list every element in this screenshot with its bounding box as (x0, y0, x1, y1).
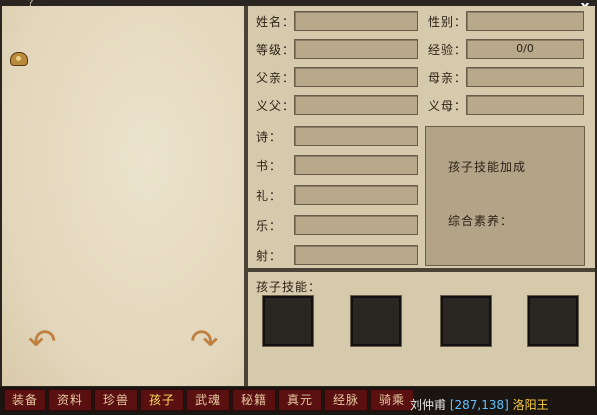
book-field (294, 155, 418, 175)
child-skills-label: 孩子技能： (256, 280, 322, 294)
godfather-field (294, 95, 418, 115)
music-label: 乐： (256, 219, 283, 233)
tab-martial-soul[interactable]: 武魂 (186, 389, 230, 411)
father-label: 父亲： (256, 71, 296, 85)
archery-field (294, 245, 418, 265)
skill-slot[interactable] (441, 296, 491, 346)
skill-slot[interactable] (528, 296, 578, 346)
section-divider (248, 268, 595, 272)
tab-equipment[interactable]: 装备 (4, 389, 46, 411)
mother-label: 母亲： (428, 71, 468, 85)
tab-meridians[interactable]: 经脉 (324, 389, 368, 411)
rotate-left-arrow-icon[interactable]: ↶ (28, 324, 57, 360)
player-name: 刘仲甫 (410, 398, 447, 412)
father-field (294, 67, 418, 87)
bag-icon[interactable] (10, 52, 28, 66)
godmother-label: 义母： (428, 99, 468, 113)
mother-field (466, 67, 584, 87)
tab-mounts[interactable]: 骑乘 (370, 389, 414, 411)
skill-slot[interactable] (263, 296, 313, 346)
overall-quality-label: 综合素养： (448, 214, 514, 228)
etiquette-label: 礼： (256, 189, 283, 203)
poetry-label: 诗： (256, 130, 283, 144)
etiquette-field (294, 185, 418, 205)
tab-secret-manual[interactable]: 秘籍 (232, 389, 276, 411)
godfather-label: 义父： (256, 99, 296, 113)
music-field (294, 215, 418, 235)
rotate-right-arrow-icon[interactable]: ↷ (190, 324, 219, 360)
name-field (294, 11, 418, 31)
level-field (294, 39, 418, 59)
archery-label: 射： (256, 249, 283, 263)
poetry-field (294, 126, 418, 146)
name-label: 姓名： (256, 15, 296, 29)
godmother-field (466, 95, 584, 115)
tab-pets[interactable]: 珍兽 (94, 389, 138, 411)
exp-label: 经验： (428, 43, 468, 57)
player-coordinates: [287,138] (449, 398, 509, 412)
book-label: 书： (256, 159, 283, 173)
level-label: 等级： (256, 43, 296, 57)
gender-label: 性别： (428, 15, 468, 29)
tab-profile[interactable]: 资料 (48, 389, 92, 411)
exp-field: 0/0 (466, 39, 584, 59)
tab-true-essence[interactable]: 真元 (278, 389, 322, 411)
skill-bonus-box (425, 126, 585, 266)
location-name: 洛阳王 (512, 398, 549, 412)
skill-bonus-title: 孩子技能加成 (448, 160, 527, 174)
tab-children[interactable]: 孩子 (140, 389, 184, 411)
gender-field (466, 11, 584, 31)
status-bar: 刘仲甫 [287,138] 洛阳王 (410, 396, 597, 415)
skill-slot[interactable] (351, 296, 401, 346)
